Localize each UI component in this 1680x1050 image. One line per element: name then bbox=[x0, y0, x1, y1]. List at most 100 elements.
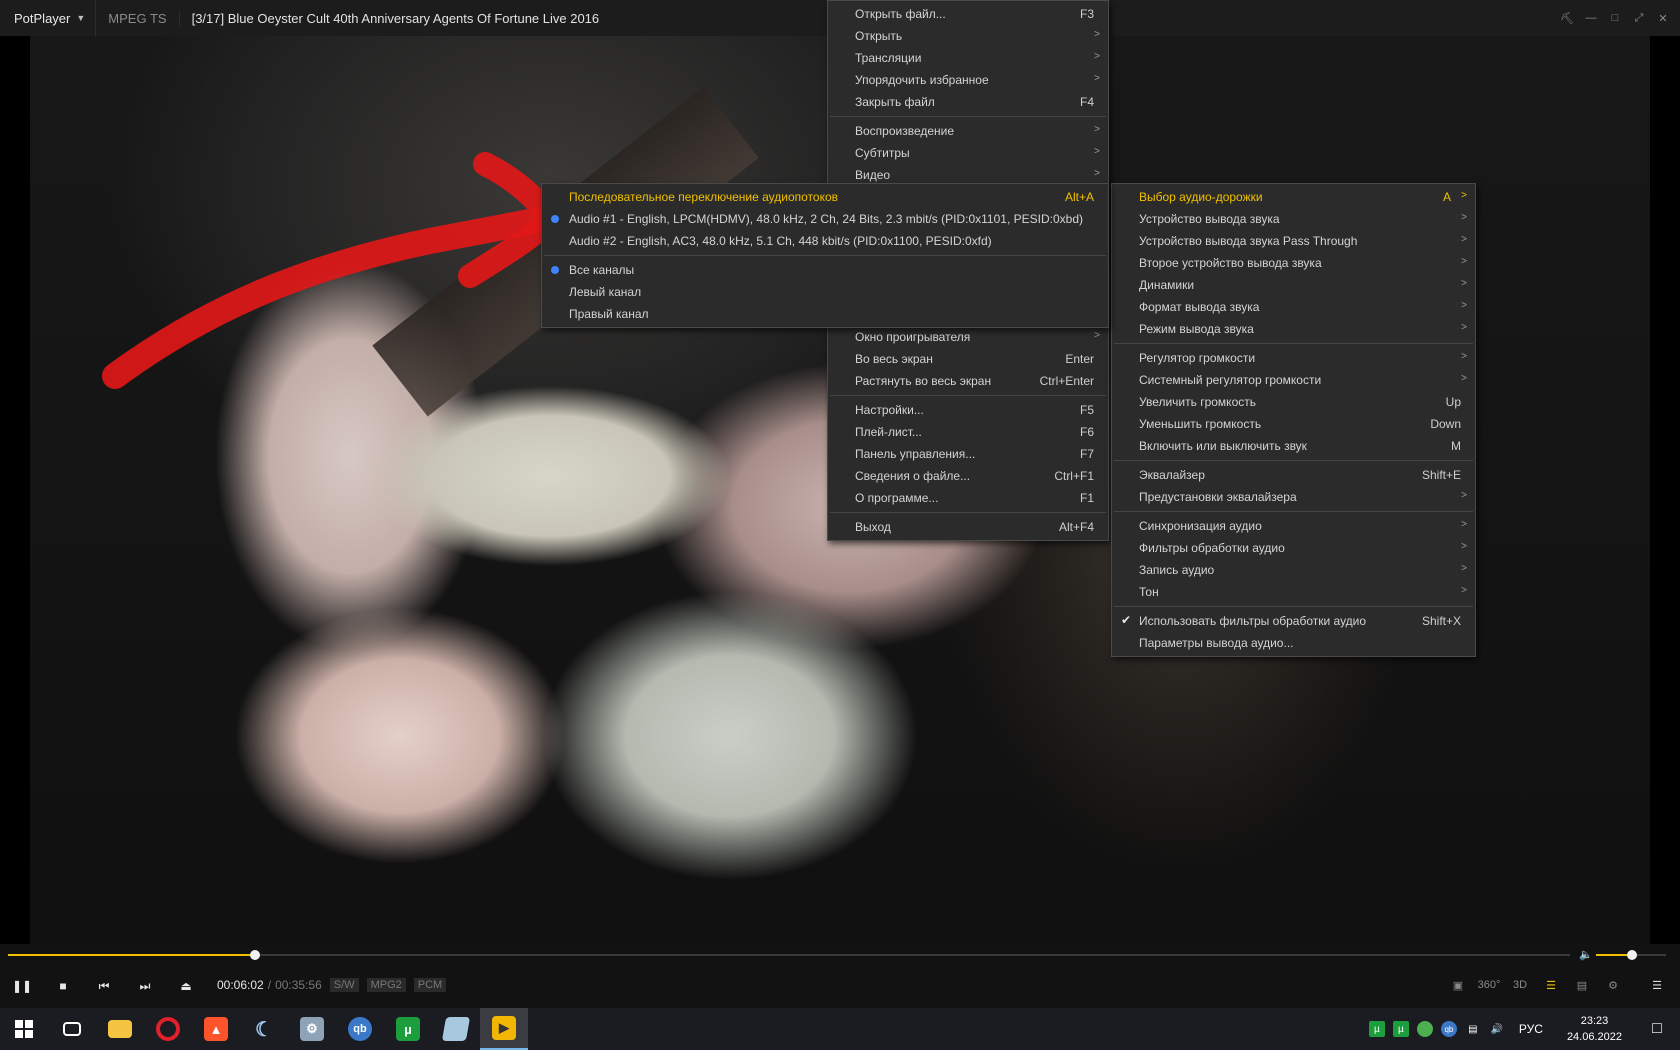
menu-separator bbox=[830, 116, 1106, 117]
menu-item-control-panel[interactable]: Панель управления... F7 bbox=[828, 443, 1108, 465]
menu-item-broadcasts[interactable]: Трансляции > bbox=[828, 47, 1108, 69]
menu-item-mute[interactable]: Включить или выключить звук M bbox=[1112, 435, 1475, 457]
open-button[interactable]: ⏏ bbox=[174, 974, 198, 998]
menu-item-file-info[interactable]: Сведения о файле... Ctrl+F1 bbox=[828, 465, 1108, 487]
qbittorrent-icon: qb bbox=[348, 1017, 372, 1041]
system-tray: µ µ qb ▤ 🔊 РУС 23:23 24.06.2022 □ bbox=[1368, 1008, 1680, 1050]
app-menu-button[interactable]: PotPlayer ▼ bbox=[0, 0, 97, 36]
menu-item-close-file[interactable]: Закрыть файл F4 bbox=[828, 91, 1108, 113]
menu-item-volume-control[interactable]: Регулятор громкости > bbox=[1112, 347, 1475, 369]
windows-icon bbox=[15, 1020, 33, 1038]
maximize-icon[interactable]: □ bbox=[1608, 11, 1622, 25]
menu-item-audio-sync[interactable]: Синхронизация аудио > bbox=[1112, 515, 1475, 537]
chevron-right-icon: > bbox=[1461, 563, 1467, 574]
pause-button[interactable]: ❚❚ bbox=[10, 974, 34, 998]
menu-item-about[interactable]: О программе... F1 bbox=[828, 487, 1108, 509]
menu-item-audio-output-params[interactable]: Параметры вывода аудио... bbox=[1112, 632, 1475, 654]
menu-item-system-volume[interactable]: Системный регулятор громкости > bbox=[1112, 369, 1475, 391]
menu-item-open[interactable]: Открыть > bbox=[828, 25, 1108, 47]
utorrent-tray-icon-2[interactable]: µ bbox=[1392, 1021, 1409, 1037]
menu-item-favorites[interactable]: Упорядочить избранное > bbox=[828, 69, 1108, 91]
taskbar-app-tools[interactable]: ⚙ bbox=[288, 1008, 336, 1050]
task-view-button[interactable] bbox=[48, 1008, 96, 1050]
menu-item-equalizer-presets[interactable]: Предустановки эквалайзера > bbox=[1112, 486, 1475, 508]
menu-item-right-channel[interactable]: Правый канал bbox=[542, 303, 1108, 325]
qbittorrent-tray-icon[interactable]: qb bbox=[1440, 1021, 1457, 1037]
start-button[interactable] bbox=[0, 1008, 48, 1050]
menu-item-playback[interactable]: Воспроизведение > bbox=[828, 120, 1108, 142]
seek-bar[interactable] bbox=[8, 950, 1570, 960]
cast-button[interactable]: ▣ bbox=[1447, 974, 1469, 996]
menu-item-exit[interactable]: Выход Alt+F4 bbox=[828, 516, 1108, 538]
control-bar: 🔈 ❚❚ ■ ⏮ ⏭ ⏏ 00:06:02 / 00:35:56 S/W MPG… bbox=[0, 944, 1680, 1008]
menu-item-playlist[interactable]: Плей-лист... F6 bbox=[828, 421, 1108, 443]
menu-item-use-audio-filters[interactable]: ✔ Использовать фильтры обработки аудио Shi… bbox=[1112, 610, 1475, 632]
search-subtitles-button[interactable]: ☰ bbox=[1540, 974, 1562, 996]
notification-icon[interactable]: □ bbox=[1640, 1020, 1674, 1038]
menu-item-fullscreen[interactable]: Во весь экран Enter bbox=[828, 348, 1108, 370]
3d-button[interactable]: 3D bbox=[1509, 974, 1531, 996]
volume-handle[interactable] bbox=[1627, 950, 1638, 960]
settings-button[interactable]: ⚙ bbox=[1602, 974, 1624, 996]
taskbar-app-notes[interactable] bbox=[432, 1008, 480, 1050]
menu-item-speakers[interactable]: Динамики > bbox=[1112, 274, 1475, 296]
menu-item-volume-down[interactable]: Уменьшить громкость Down bbox=[1112, 413, 1475, 435]
next-button[interactable]: ⏭ bbox=[133, 974, 157, 998]
taskbar-utorrent[interactable]: µ bbox=[384, 1008, 432, 1050]
menu-item-output-format[interactable]: Формат вывода звука > bbox=[1112, 296, 1475, 318]
menu-item-settings[interactable]: Настройки... F5 bbox=[828, 399, 1108, 421]
taskbar-potplayer[interactable]: ▶ bbox=[480, 1008, 528, 1050]
fullscreen-icon[interactable]: ⤢ bbox=[1632, 11, 1646, 25]
menu-item-cycle-audio-streams[interactable]: Последовательное переключение аудиопоток… bbox=[542, 186, 1108, 208]
menu-item-audio-track[interactable]: Выбор аудио-дорожки A > bbox=[1112, 186, 1475, 208]
pin-icon[interactable]: ⛏ bbox=[1560, 11, 1574, 25]
clock[interactable]: 23:23 24.06.2022 bbox=[1557, 1013, 1632, 1045]
video-codec-tag[interactable]: MPG2 bbox=[366, 978, 406, 992]
time-separator: / bbox=[267, 978, 272, 992]
menu-item-player-window[interactable]: Окно проигрывателя > bbox=[828, 326, 1108, 348]
menu-item-subtitles[interactable]: Субтитры > bbox=[828, 142, 1108, 164]
speaker-icon[interactable]: 🔈 bbox=[1579, 948, 1593, 961]
language-indicator[interactable]: РУС bbox=[1513, 1022, 1549, 1036]
taskbar-opera[interactable] bbox=[144, 1008, 192, 1050]
menu-item-audio-stream-1[interactable]: Audio #1 - English, LPCM(HDMV), 48.0 kHz… bbox=[542, 208, 1108, 230]
menu-item-all-channels[interactable]: Все каналы bbox=[542, 259, 1108, 281]
menu-item-open-file[interactable]: Открыть файл... F3 bbox=[828, 3, 1108, 25]
taskbar-explorer[interactable] bbox=[96, 1008, 144, 1050]
volume-slider[interactable] bbox=[1596, 950, 1666, 960]
menu-item-equalizer[interactable]: Эквалайзер Shift+E bbox=[1112, 464, 1475, 486]
menu-item-pitch[interactable]: Тон > bbox=[1112, 581, 1475, 603]
previous-button[interactable]: ⏮ bbox=[92, 974, 116, 998]
menu-item-passthrough-device[interactable]: Устройство вывода звука Pass Through > bbox=[1112, 230, 1475, 252]
taskbar-app-moon[interactable]: ☾ bbox=[240, 1008, 288, 1050]
playlist-button[interactable]: ▤ bbox=[1571, 974, 1593, 996]
network-icon[interactable]: ▤ bbox=[1465, 1021, 1481, 1037]
menu-separator bbox=[1114, 460, 1473, 461]
menu-item-audio-filters[interactable]: Фильтры обработки аудио > bbox=[1112, 537, 1475, 559]
menu-item-stretch-fullscreen[interactable]: Растянуть во весь экран Ctrl+Enter bbox=[828, 370, 1108, 392]
menu-item-output-mode[interactable]: Режим вывода звука > bbox=[1112, 318, 1475, 340]
brave-icon: ▲ bbox=[204, 1017, 228, 1041]
audio-codec-tag[interactable]: PCM bbox=[413, 978, 447, 992]
volume-tray-icon[interactable]: 🔊 bbox=[1489, 1021, 1505, 1037]
gear-icon: ⚙ bbox=[1608, 979, 1618, 992]
chevron-right-icon: > bbox=[1094, 146, 1100, 157]
menu-item-volume-up[interactable]: Увеличить громкость Up bbox=[1112, 391, 1475, 413]
vr-360-button[interactable]: 360° bbox=[1478, 974, 1501, 996]
menu-item-left-channel[interactable]: Левый канал bbox=[542, 281, 1108, 303]
menu-item-output-device[interactable]: Устройство вывода звука > bbox=[1112, 208, 1475, 230]
close-icon[interactable]: ✕ bbox=[1656, 11, 1670, 25]
menu-item-audio-stream-2[interactable]: Audio #2 - English, AC3, 48.0 kHz, 5.1 C… bbox=[542, 230, 1108, 252]
minimize-icon[interactable]: — bbox=[1584, 11, 1598, 25]
menu-button[interactable]: ☰ bbox=[1646, 974, 1668, 996]
taskbar-brave[interactable]: ▲ bbox=[192, 1008, 240, 1050]
seek-handle[interactable] bbox=[249, 950, 260, 960]
clock-date: 24.06.2022 bbox=[1566, 1031, 1622, 1043]
utorrent-tray-icon[interactable]: µ bbox=[1368, 1021, 1385, 1037]
menu-item-audio-record[interactable]: Запись аудио > bbox=[1112, 559, 1475, 581]
decoder-tag[interactable]: S/W bbox=[329, 978, 359, 992]
chrome-tray-icon[interactable] bbox=[1416, 1021, 1433, 1037]
taskbar-qbittorrent[interactable]: qb bbox=[336, 1008, 384, 1050]
menu-item-second-device[interactable]: Второе устройство вывода звука > bbox=[1112, 252, 1475, 274]
stop-button[interactable]: ■ bbox=[51, 974, 75, 998]
